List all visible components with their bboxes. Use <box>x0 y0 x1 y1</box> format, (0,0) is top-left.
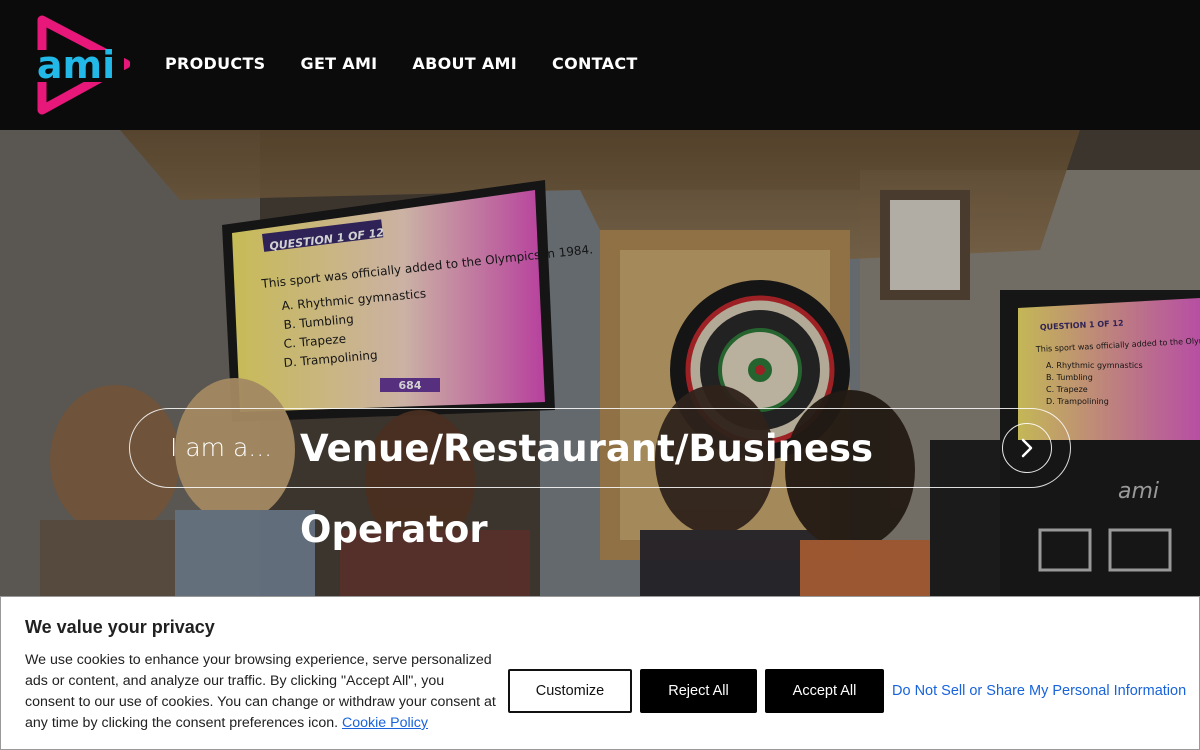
role-option-operator[interactable]: Operator <box>300 508 488 551</box>
site-header: ami PRODUCTS GET AMI ABOUT AMI CONTACT <box>0 0 1200 130</box>
chevron-right-icon <box>1021 438 1033 458</box>
hero-image: QUESTION 1 OF 12 This sport was official… <box>0 130 1200 600</box>
reject-all-button[interactable]: Reject All <box>640 669 757 713</box>
nav-about-ami[interactable]: ABOUT AMI <box>412 54 517 73</box>
cookie-title: We value your privacy <box>25 617 215 637</box>
customize-button[interactable]: Customize <box>508 669 632 713</box>
role-selector-label: I am a... <box>170 433 273 462</box>
role-selector[interactable]: I am a... Venue/Restaurant/Business <box>129 408 1071 488</box>
nav-contact[interactable]: CONTACT <box>552 54 638 73</box>
cookie-banner: We value your privacy We use cookies to … <box>0 596 1200 750</box>
logo-text: ami <box>37 43 115 87</box>
nav-products[interactable]: PRODUCTS <box>165 54 266 73</box>
main-nav: PRODUCTS GET AMI ABOUT AMI CONTACT <box>165 54 638 73</box>
cookie-description: We use cookies to enhance your browsing … <box>25 650 497 734</box>
accept-all-button[interactable]: Accept All <box>765 669 884 713</box>
nav-get-ami[interactable]: GET AMI <box>301 54 378 73</box>
cookie-policy-link[interactable]: Cookie Policy <box>342 715 428 731</box>
ami-logo[interactable]: ami <box>28 14 131 116</box>
next-button[interactable] <box>1002 423 1052 473</box>
do-not-sell-link[interactable]: Do Not Sell or Share My Personal Informa… <box>892 683 1186 699</box>
role-option-venue[interactable]: Venue/Restaurant/Business <box>300 427 873 470</box>
